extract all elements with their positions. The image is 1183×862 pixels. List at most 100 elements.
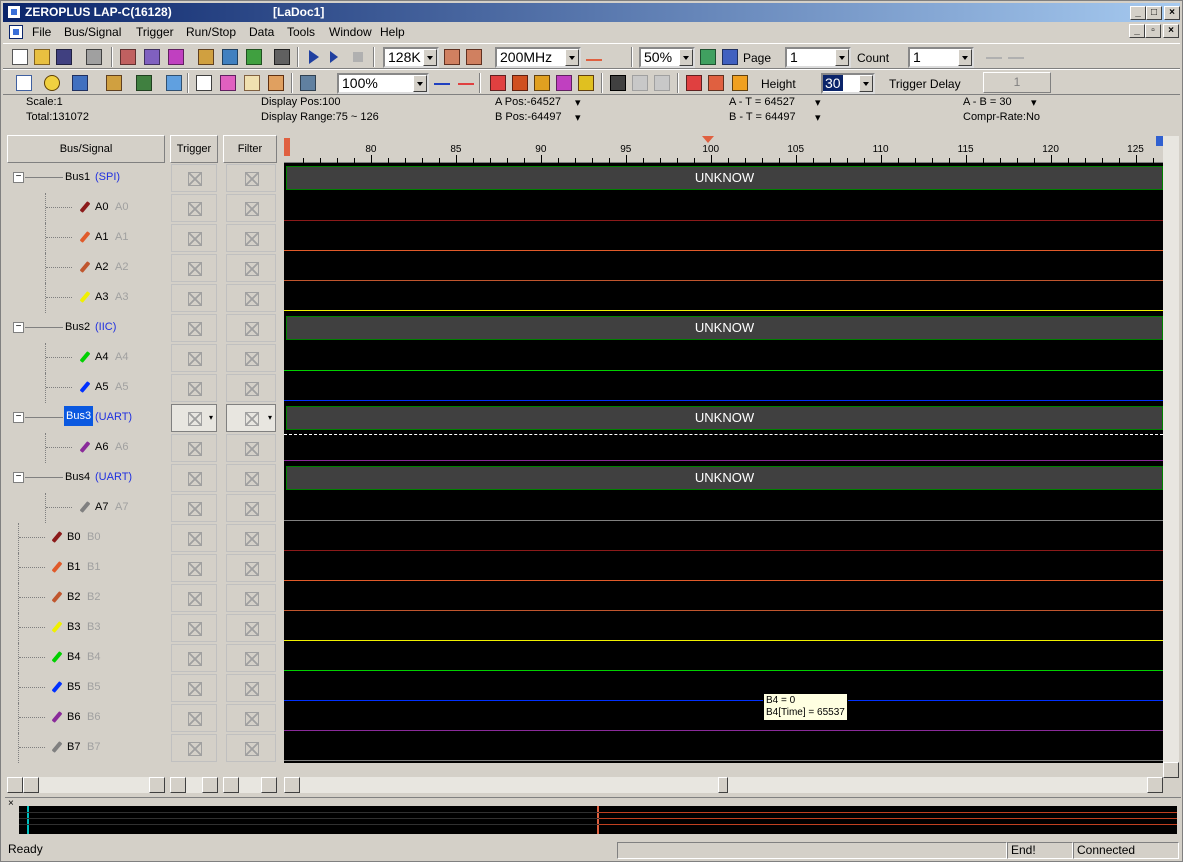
page-select[interactable]: 1 xyxy=(785,47,851,68)
bar-b-icon[interactable] xyxy=(531,73,553,93)
tree-signal-row[interactable]: A6 A6 xyxy=(7,433,165,463)
menu-run-stop[interactable]: Run/Stop xyxy=(186,25,236,39)
bus-name[interactable]: Bus4 xyxy=(65,471,90,483)
signal-waveform[interactable] xyxy=(284,760,1163,761)
signal-config-icon[interactable] xyxy=(141,47,163,67)
zoom-out-icon[interactable] xyxy=(719,47,741,67)
chevron-down-icon[interactable] xyxy=(679,49,693,66)
bus-config-icon[interactable] xyxy=(117,47,139,67)
menu-window[interactable]: Window xyxy=(329,25,372,39)
tree-signal-row[interactable]: B2 B2 xyxy=(7,583,165,613)
time-ruler[interactable]: 80 85 90 95 100 105 110 115 120 125 xyxy=(284,136,1166,163)
signal-waveform[interactable] xyxy=(284,700,1163,701)
trigger-cell[interactable] xyxy=(171,614,217,642)
stop-icon[interactable] xyxy=(347,47,369,67)
grid-icon[interactable] xyxy=(133,73,155,93)
trigger-cell[interactable]: ▾ xyxy=(171,404,217,432)
menu-trigger[interactable]: Trigger xyxy=(136,25,174,39)
signal-waveform[interactable] xyxy=(284,400,1163,401)
signal-mark-icon[interactable] xyxy=(729,73,751,93)
filter-cell[interactable] xyxy=(226,494,276,522)
bus-decode-bar[interactable]: UNKNOW xyxy=(286,406,1163,430)
vertical-scrollbar[interactable] xyxy=(1163,136,1179,778)
signal-name[interactable]: A5 xyxy=(95,381,108,393)
prev-arrow-icon[interactable] xyxy=(983,47,1005,67)
filter-cell[interactable] xyxy=(226,284,276,312)
trigger-cell[interactable] xyxy=(171,224,217,252)
next-arrow-icon[interactable] xyxy=(1005,47,1027,67)
tree-bus-row[interactable]: − Bus1 (SPI) xyxy=(7,163,165,193)
clock-icon[interactable] xyxy=(583,47,605,67)
signal-name[interactable]: A0 xyxy=(95,201,108,213)
scroll-right-icon[interactable] xyxy=(1147,777,1163,793)
trigger-hscroll[interactable] xyxy=(170,777,218,793)
filter-cell[interactable] xyxy=(226,164,276,192)
run-repeat-icon[interactable] xyxy=(325,47,347,67)
new-window-icon[interactable] xyxy=(13,73,35,93)
trigger-fall-icon[interactable] xyxy=(243,47,265,67)
filter-cell[interactable] xyxy=(226,644,276,672)
minimize-button[interactable]: _ xyxy=(1130,6,1146,20)
timer-icon[interactable] xyxy=(41,73,63,93)
signal-waveform[interactable] xyxy=(284,610,1163,611)
signal-waveform[interactable] xyxy=(284,370,1163,371)
signal-name[interactable]: B6 xyxy=(67,711,80,723)
filter-cell[interactable] xyxy=(226,344,276,372)
signal-name[interactable]: A2 xyxy=(95,261,108,273)
filter-cell[interactable] xyxy=(226,524,276,552)
menu-data[interactable]: Data xyxy=(249,25,274,39)
filter-cell[interactable] xyxy=(226,194,276,222)
filter-cell[interactable] xyxy=(226,224,276,252)
filter-cell[interactable] xyxy=(226,374,276,402)
chevron-down-icon[interactable]: ▾ xyxy=(815,96,821,109)
overview-cursor[interactable] xyxy=(27,806,29,834)
close-overview-icon[interactable]: × xyxy=(8,798,14,809)
trigger-cell[interactable] xyxy=(171,284,217,312)
trigger-pattern-icon[interactable] xyxy=(219,47,241,67)
bus-decode-bar[interactable]: UNKNOW xyxy=(286,166,1163,190)
find-prev-icon[interactable] xyxy=(629,73,651,93)
pointer-icon[interactable] xyxy=(193,73,215,93)
format-icon[interactable] xyxy=(297,73,319,93)
chevron-down-icon[interactable] xyxy=(565,49,579,66)
trigger-cell[interactable] xyxy=(171,644,217,672)
doc-icon[interactable] xyxy=(9,25,23,39)
scroll-right-icon[interactable] xyxy=(149,777,165,793)
mdi-close-button[interactable]: × xyxy=(1163,24,1179,38)
memory-left-icon[interactable] xyxy=(441,47,463,67)
filter-cell[interactable] xyxy=(226,704,276,732)
filter-header[interactable]: Filter xyxy=(223,135,277,163)
scale-select[interactable]: 100% xyxy=(337,73,429,94)
signal-waveform[interactable] xyxy=(284,280,1163,281)
signal-waveform[interactable] xyxy=(284,250,1163,251)
signal-name[interactable]: B4 xyxy=(67,651,80,663)
bar-d-icon[interactable] xyxy=(575,73,597,93)
bar-a-icon[interactable] xyxy=(509,73,531,93)
tree-signal-row[interactable]: A1 A1 xyxy=(7,223,165,253)
scroll-left-icon[interactable] xyxy=(170,777,186,793)
trigger-cell[interactable] xyxy=(171,524,217,552)
signal-waveform[interactable] xyxy=(284,460,1163,461)
trigger-cell[interactable] xyxy=(171,674,217,702)
count-select[interactable]: 1 xyxy=(908,47,974,68)
trigger-cell[interactable] xyxy=(171,554,217,582)
run-icon[interactable] xyxy=(303,47,325,67)
tree-signal-row[interactable]: B3 B3 xyxy=(7,613,165,643)
trigger-cell[interactable] xyxy=(171,494,217,522)
pattern-icon[interactable] xyxy=(103,73,125,93)
chevron-down-icon[interactable]: ▾ xyxy=(265,405,275,431)
tree-bus-row[interactable]: − Bus3 (UART) xyxy=(7,403,165,433)
chevron-down-icon[interactable]: ▾ xyxy=(575,96,581,109)
filter-cell[interactable] xyxy=(226,434,276,462)
sample-rate-select[interactable]: 200MHz xyxy=(495,47,581,68)
tree-signal-row[interactable]: B0 B0 xyxy=(7,523,165,553)
chevron-down-icon[interactable] xyxy=(835,49,849,66)
chevron-down-icon[interactable]: ▾ xyxy=(1031,96,1037,109)
signal-waveform[interactable] xyxy=(284,640,1163,641)
tree-signal-row[interactable]: A4 A4 xyxy=(7,343,165,373)
memory-depth-select[interactable]: 128K xyxy=(383,47,439,68)
trigger-cell[interactable] xyxy=(171,344,217,372)
mdi-restore-button[interactable]: ▫ xyxy=(1145,24,1161,38)
scroll-left-icon[interactable] xyxy=(223,777,239,793)
filter-cell[interactable] xyxy=(226,254,276,282)
